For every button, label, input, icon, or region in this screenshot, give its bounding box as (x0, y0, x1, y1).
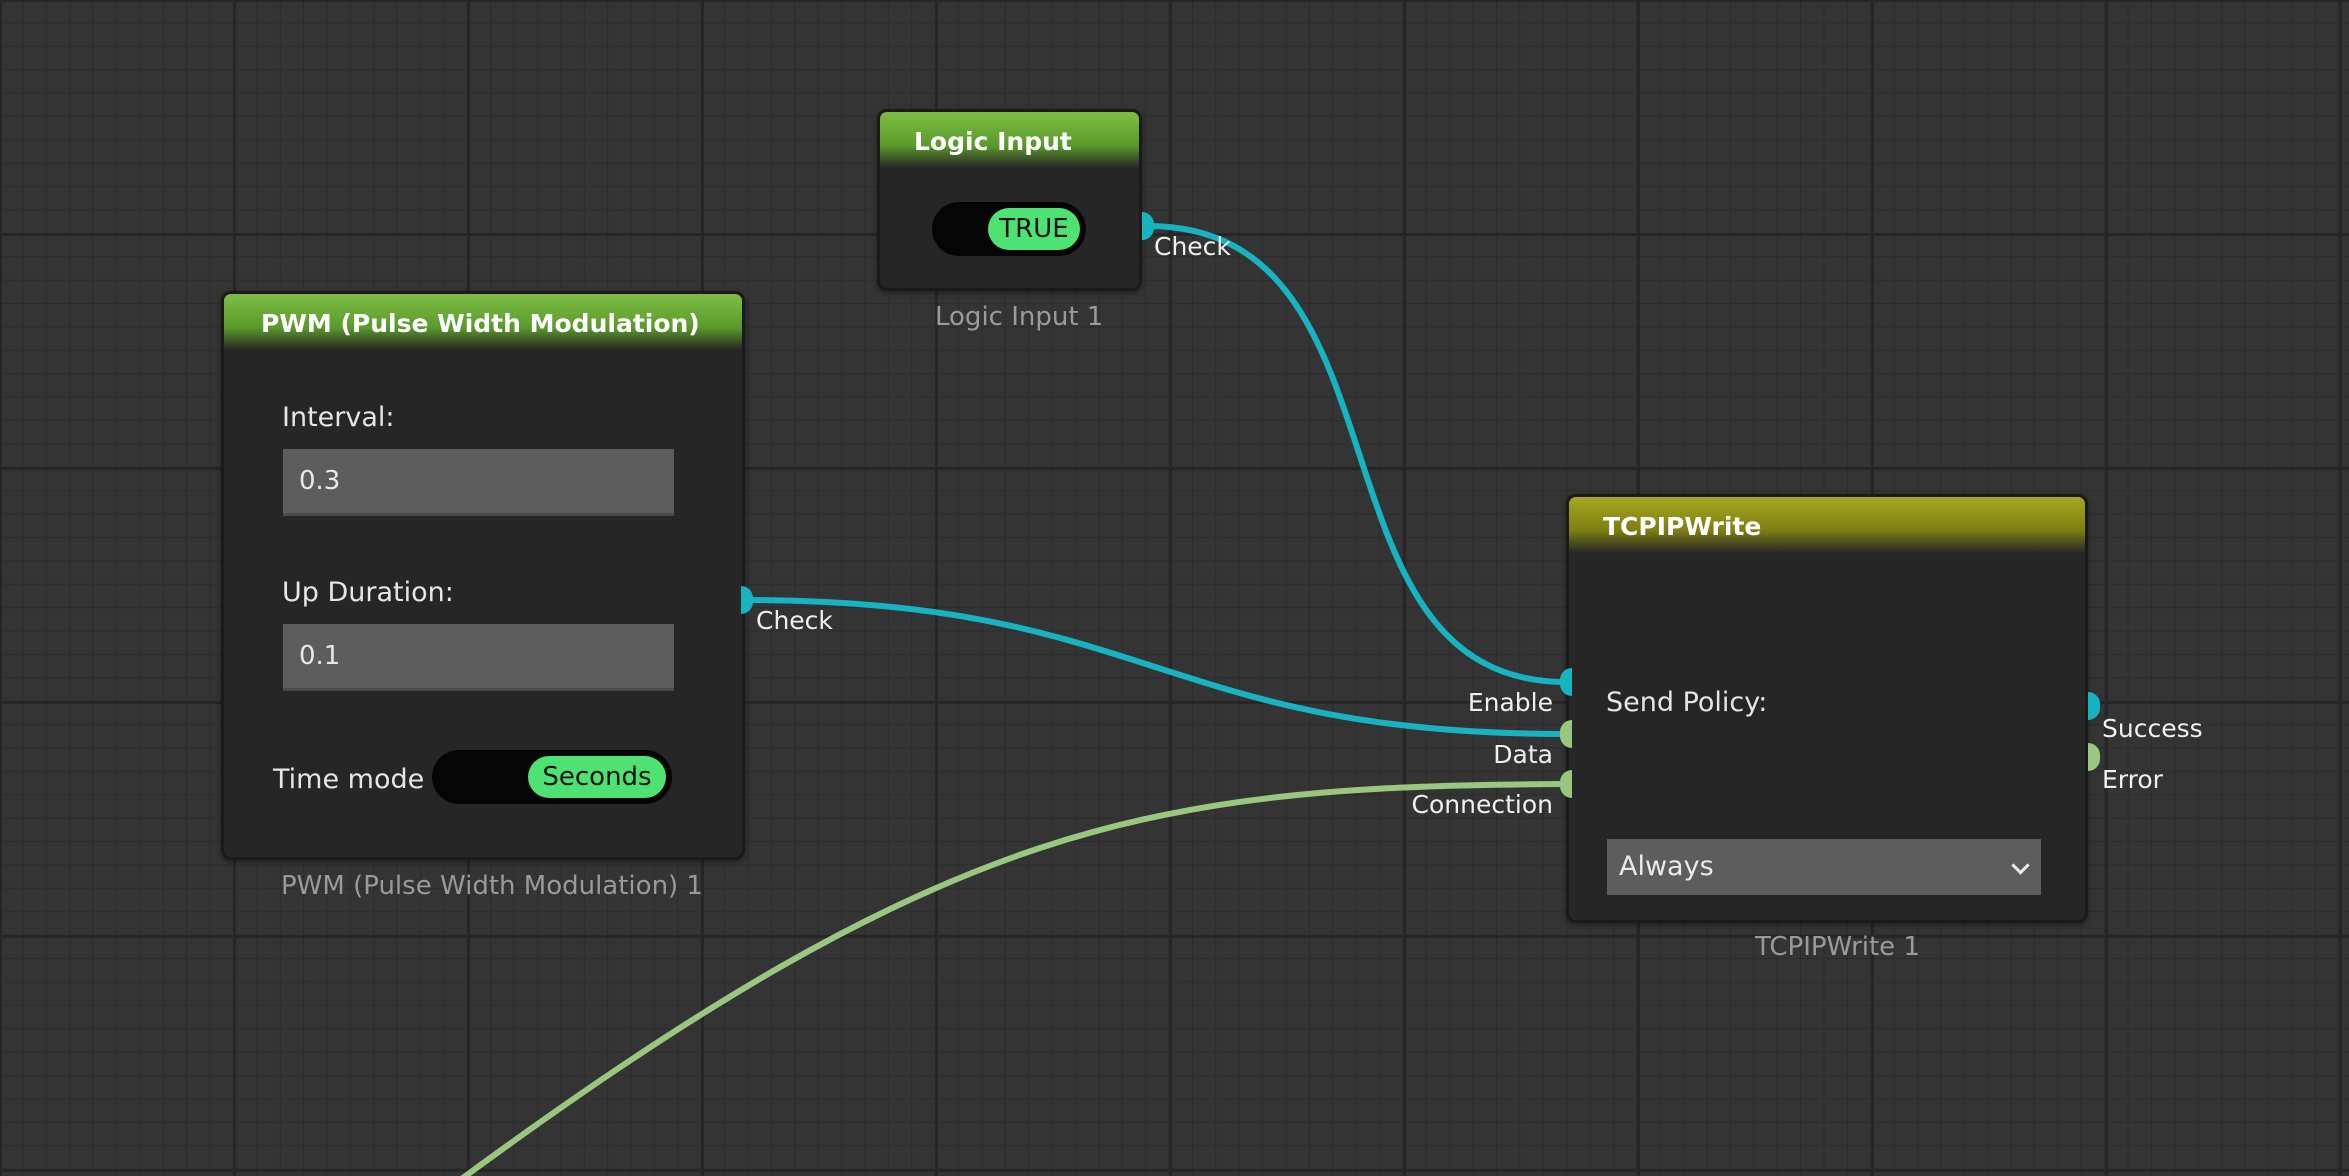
tcpip-write-title: TCPIPWrite (1569, 497, 2085, 553)
logic-input-title: Logic Input (880, 112, 1139, 168)
logic-input-toggle-value: TRUE (988, 208, 1080, 250)
chevron-down-icon (2011, 856, 2030, 875)
logic-input-toggle[interactable]: TRUE (932, 202, 1086, 256)
pwm-interval-label: Interval: (282, 402, 395, 433)
pwm-title: PWM (Pulse Width Modulation) (224, 294, 742, 350)
pwm-node[interactable]: PWM (Pulse Width Modulation) Interval: 0… (221, 291, 745, 860)
pwm-up-duration-input[interactable]: 0.1 (283, 624, 674, 691)
pwm-time-mode-toggle[interactable]: Seconds (432, 750, 672, 804)
wire-pwm-check-to-data[interactable] (743, 597, 1569, 737)
pwm-time-mode-value: Seconds (528, 756, 666, 798)
wire-logic-check-to-enable[interactable] (1145, 223, 1569, 685)
pwm-time-mode-label: Time mode (273, 764, 425, 795)
pwm-check-label: Check (756, 606, 833, 635)
tcpip-success-label: Success (2102, 714, 2203, 743)
tcpip-data-label: Data (1493, 740, 1553, 769)
tcpip-send-policy-value: Always (1619, 851, 1714, 882)
tcpip-write-caption: TCPIPWrite 1 (1755, 932, 1920, 962)
tcpip-send-policy-select[interactable]: Always (1607, 839, 2041, 895)
pwm-up-duration-label: Up Duration: (282, 577, 454, 608)
tcpip-connection-label: Connection (1411, 790, 1553, 819)
logic-input-caption: Logic Input 1 (935, 302, 1104, 332)
pwm-interval-input[interactable]: 0.3 (283, 449, 674, 516)
tcpip-error-label: Error (2102, 765, 2163, 794)
pwm-caption: PWM (Pulse Width Modulation) 1 (281, 871, 703, 901)
logic-input-node[interactable]: Logic Input TRUE (877, 109, 1142, 291)
logic-input-check-label: Check (1154, 232, 1231, 261)
tcpip-write-node[interactable]: TCPIPWrite Send Policy: Always (1566, 494, 2088, 923)
tcpip-send-policy-label: Send Policy: (1606, 687, 1768, 718)
tcpip-enable-label: Enable (1467, 688, 1553, 717)
